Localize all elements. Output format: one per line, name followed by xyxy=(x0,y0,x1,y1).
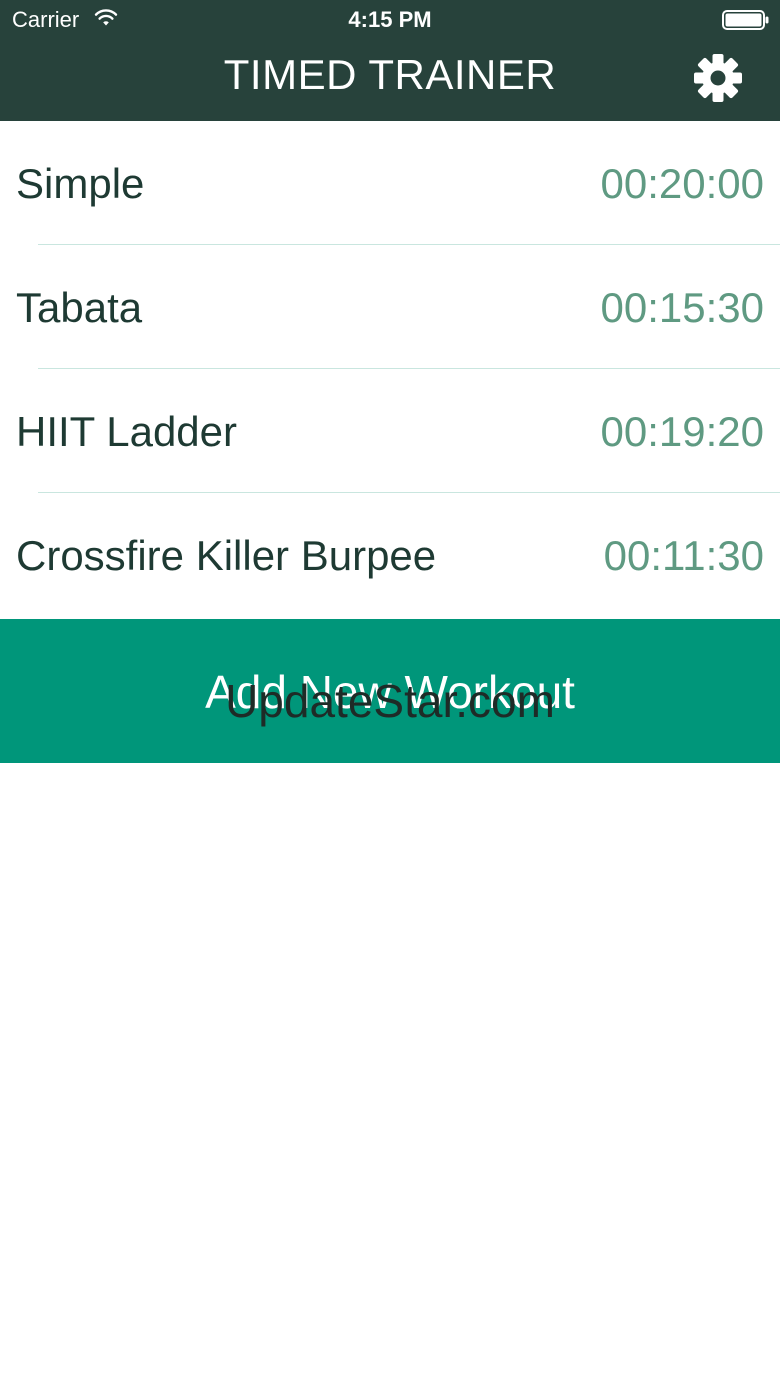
workout-row-simple[interactable]: Simple 00:20:00 xyxy=(0,121,780,245)
status-time: 4:15 PM xyxy=(348,7,432,32)
add-new-workout-label: Add New Workout xyxy=(205,666,575,718)
add-new-workout-button[interactable]: Add New Workout UpdateStar.com xyxy=(0,619,780,763)
workout-row-tabata[interactable]: Tabata 00:15:30 xyxy=(0,245,780,369)
workout-list: Simple 00:20:00 Tabata 00:15:30 HIIT Lad… xyxy=(0,121,780,617)
workout-name: Tabata xyxy=(16,284,143,331)
top-bar: Carrier 4:15 PM TIMED TRAINER xyxy=(0,0,780,121)
workout-row-crossfire-killer-burpee[interactable]: Crossfire Killer Burpee 00:11:30 xyxy=(0,493,780,617)
gear-icon xyxy=(694,54,742,102)
workout-row-hiit-ladder[interactable]: HIIT Ladder 00:19:20 xyxy=(0,369,780,493)
workout-name: Simple xyxy=(16,160,145,207)
settings-button[interactable] xyxy=(688,48,748,108)
workout-duration: 00:19:20 xyxy=(600,408,765,455)
workout-duration: 00:11:30 xyxy=(603,532,764,579)
status-bar: Carrier 4:15 PM xyxy=(0,0,780,40)
battery-icon xyxy=(722,10,769,30)
workout-duration: 00:15:30 xyxy=(600,284,765,331)
workout-duration: 00:20:00 xyxy=(600,160,765,207)
workout-name: HIIT Ladder xyxy=(16,408,238,455)
app-title: TIMED TRAINER xyxy=(223,51,557,98)
workout-name: Crossfire Killer Burpee xyxy=(16,532,437,579)
